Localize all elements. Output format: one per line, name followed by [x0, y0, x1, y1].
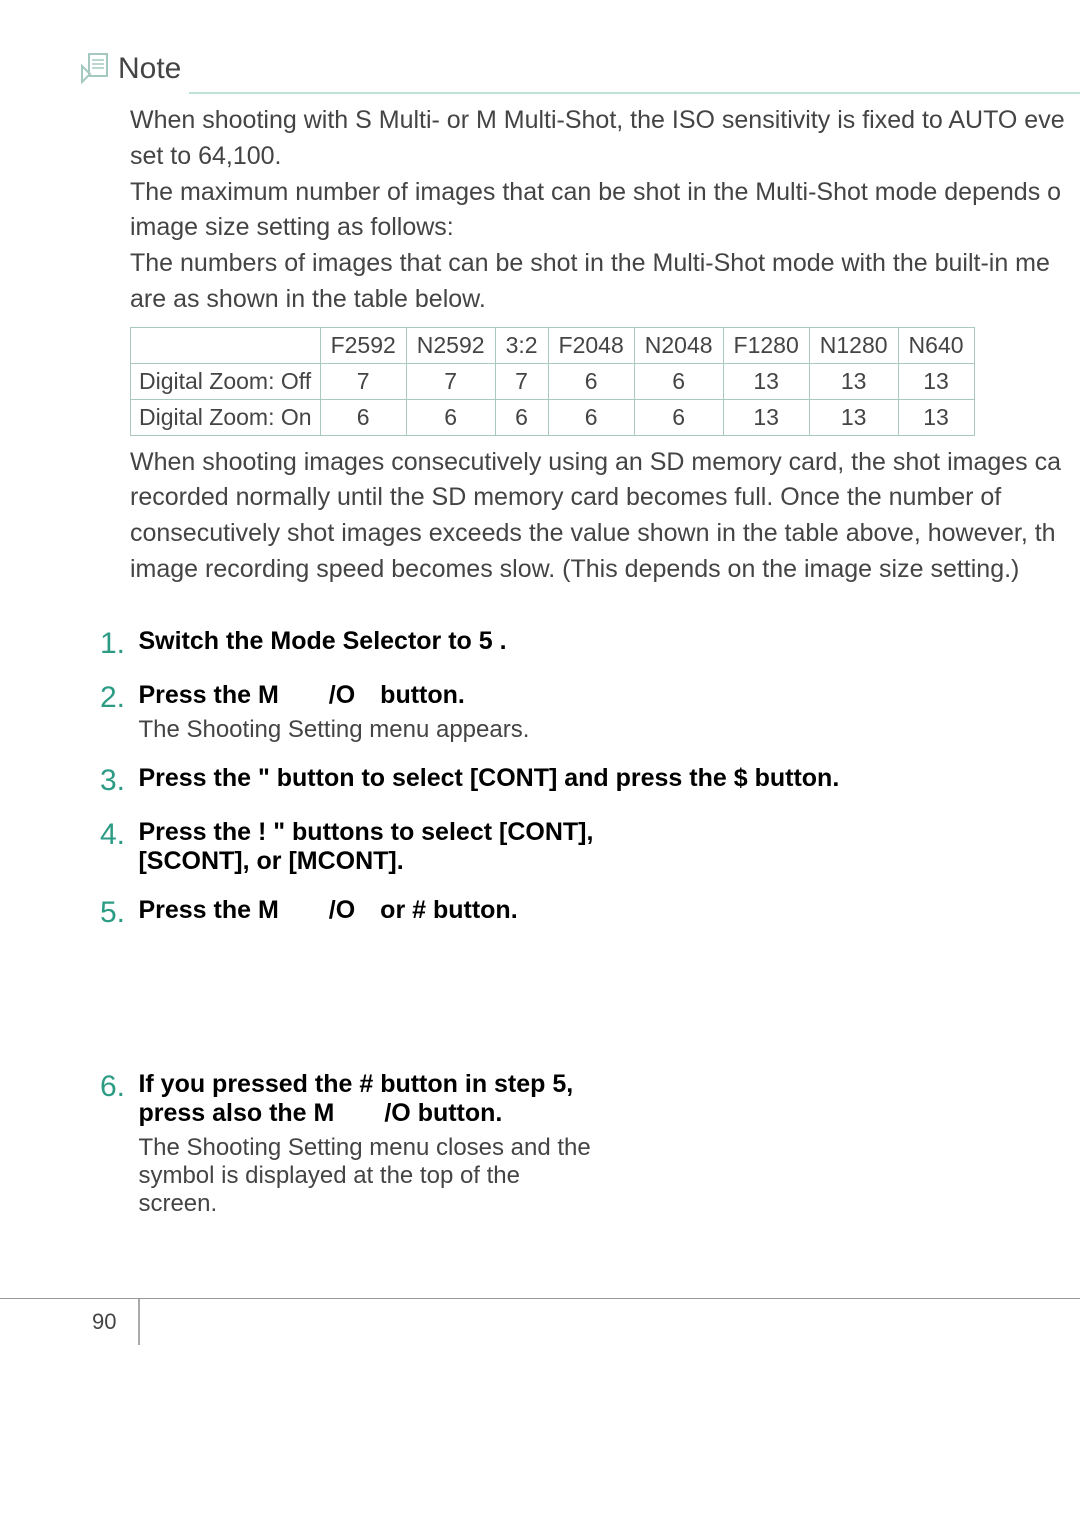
- step-instruction: Press the M /O or # button.: [138, 896, 517, 924]
- table-cell: 6: [548, 399, 634, 435]
- note-rule: [189, 92, 1080, 94]
- table-row: Digital Zoom: Off 7 7 7 6 6 13 13 13: [131, 363, 975, 399]
- step-item: 3. Press the " button to select [CONT] a…: [100, 764, 1080, 798]
- table-cell: 13: [809, 399, 898, 435]
- step-instruction: Press the " button to select [CONT] and …: [138, 764, 839, 792]
- table-cell: 6: [495, 399, 548, 435]
- note-heading: Note: [118, 52, 181, 86]
- step-item: 5. Press the M /O or # button.: [100, 896, 1080, 930]
- note-line: The maximum number of images that can be…: [130, 176, 1080, 210]
- table-header-cell: F1280: [723, 327, 809, 363]
- page-footer: 90: [0, 1298, 1080, 1345]
- step-item: 2. Press the M /O button. The Shooting S…: [100, 681, 1080, 744]
- shots-table: F2592 N2592 3:2 F2048 N2048 F1280 N1280 …: [130, 327, 975, 436]
- table-header-cell: [131, 327, 321, 363]
- note-line: When shooting with S Multi- or M Multi-S…: [130, 104, 1080, 138]
- note-line: image size setting as follows:: [130, 211, 1080, 245]
- step-item: 1. Switch the Mode Selector to 5 .: [100, 627, 1080, 661]
- table-cell: 6: [548, 363, 634, 399]
- table-header-cell: F2048: [548, 327, 634, 363]
- steps-list-cont: 6. If you pressed the # button in step 5…: [80, 1070, 1080, 1218]
- table-header-row: F2592 N2592 3:2 F2048 N2048 F1280 N1280 …: [131, 327, 975, 363]
- table-cell: 6: [634, 399, 723, 435]
- step-number: 2.: [100, 681, 134, 715]
- step-instruction: Press the M /O button.: [138, 681, 464, 709]
- table-header-cell: N1280: [809, 327, 898, 363]
- note-line: set to 64,100.: [130, 140, 1080, 174]
- note-line: recorded normally until the SD memory ca…: [130, 481, 1080, 515]
- table-cell: 6: [320, 399, 406, 435]
- table-row: Digital Zoom: On 6 6 6 6 6 13 13 13: [131, 399, 975, 435]
- table-cell: 6: [406, 399, 495, 435]
- step-item: 4. Press the ! " buttons to select [CONT…: [100, 818, 1080, 876]
- step-instruction: Switch the Mode Selector to 5 .: [138, 627, 506, 655]
- step-instruction: Press the ! " buttons to select [CONT], …: [138, 818, 598, 876]
- table-header-cell: N2592: [406, 327, 495, 363]
- note-icon: [80, 52, 110, 84]
- table-cell: 13: [723, 399, 809, 435]
- steps-list: 1. Switch the Mode Selector to 5 . 2. Pr…: [80, 627, 1080, 930]
- step-number: 5.: [100, 896, 134, 930]
- step-number: 1.: [100, 627, 134, 661]
- table-cell: Digital Zoom: Off: [131, 363, 321, 399]
- table-cell: 13: [898, 363, 974, 399]
- table-header-cell: F2592: [320, 327, 406, 363]
- step-number: 4.: [100, 818, 134, 852]
- table-header-cell: N2048: [634, 327, 723, 363]
- note-line: are as shown in the table below.: [130, 283, 1080, 317]
- table-cell: Digital Zoom: On: [131, 399, 321, 435]
- step-number: 6.: [100, 1070, 134, 1104]
- table-header-cell: N640: [898, 327, 974, 363]
- table-cell: 7: [495, 363, 548, 399]
- table-cell: 13: [898, 399, 974, 435]
- table-header-cell: 3:2: [495, 327, 548, 363]
- note-line: consecutively shot images exceeds the va…: [130, 517, 1080, 551]
- table-cell: 13: [723, 363, 809, 399]
- table-cell: 7: [406, 363, 495, 399]
- note-line: image recording speed becomes slow. (Thi…: [130, 553, 1080, 587]
- step-item: 6. If you pressed the # button in step 5…: [100, 1070, 1080, 1218]
- step-description: The Shooting Setting menu closes and the…: [138, 1134, 598, 1218]
- step-number: 3.: [100, 764, 134, 798]
- note-body: When shooting with S Multi- or M Multi-S…: [80, 104, 1080, 587]
- note-line: The numbers of images that can be shot i…: [130, 247, 1080, 281]
- table-cell: 13: [809, 363, 898, 399]
- step-description: The Shooting Setting menu appears.: [138, 716, 529, 744]
- table-cell: 6: [634, 363, 723, 399]
- page-number: 90: [70, 1299, 140, 1345]
- table-cell: 7: [320, 363, 406, 399]
- note-line: When shooting images consecutively using…: [130, 446, 1080, 480]
- step-instruction: If you pressed the # button in step 5, p…: [138, 1070, 573, 1127]
